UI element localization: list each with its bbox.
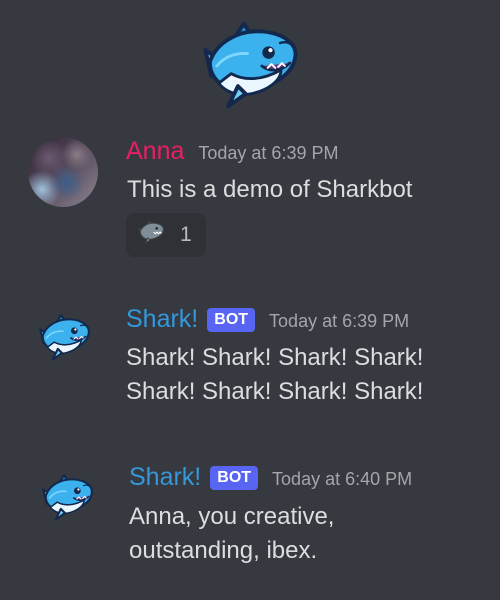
shark-mascot-icon[interactable]	[35, 472, 97, 524]
timestamp[interactable]: Today at 6:39 PM	[198, 142, 338, 164]
timestamp[interactable]: Today at 6:40 PM	[272, 468, 412, 490]
message-line: Shark! Shark! Shark! Shark!	[126, 378, 424, 405]
message-content: Shark! Shark! Shark! Shark! Shark! Shark…	[126, 341, 466, 409]
bot-tag-badge: BOT	[210, 466, 259, 490]
message-content: Anna, you creative, outstanding, ibex.	[129, 500, 469, 568]
message-header: Shark! BOT Today at 6:40 PM	[129, 463, 412, 493]
reaction-count: 1	[180, 223, 192, 246]
shark-mascot-icon	[190, 20, 305, 112]
shark-emoji-icon	[135, 220, 166, 250]
message-line: This is a demo of Sharkbot	[127, 176, 413, 203]
avatar[interactable]	[28, 137, 98, 207]
author-name[interactable]: Shark!	[126, 305, 198, 333]
timestamp[interactable]: Today at 6:39 PM	[269, 310, 409, 332]
message-header: Anna Today at 6:39 PM	[126, 137, 338, 165]
message-line: Anna, you creative,	[129, 503, 335, 530]
reaction-button[interactable]: 1	[126, 213, 206, 257]
message-header: Shark! BOT Today at 6:39 PM	[126, 305, 409, 335]
message-line: Shark! Shark! Shark! Shark!	[126, 344, 424, 371]
shark-mascot-icon[interactable]	[32, 312, 94, 364]
bot-tag-badge: BOT	[207, 308, 256, 332]
message-content: This is a demo of Sharkbot	[127, 173, 467, 207]
author-name[interactable]: Anna	[126, 137, 184, 165]
author-name[interactable]: Shark!	[129, 463, 201, 491]
message-line: outstanding, ibex.	[129, 537, 318, 564]
